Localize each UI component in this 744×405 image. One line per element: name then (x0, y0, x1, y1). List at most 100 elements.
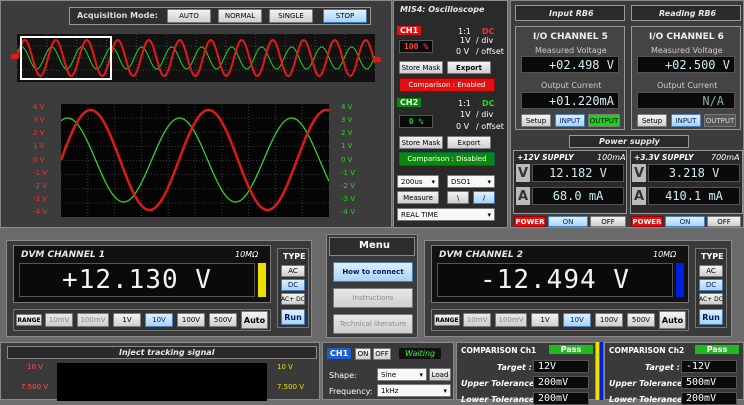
dvm2-dc-button[interactable]: DC (699, 279, 723, 291)
instructions-button[interactable]: Instructions (333, 288, 413, 308)
cmp2-target-field[interactable]: -12 V (681, 360, 737, 373)
chevron-down-icon: ▾ (487, 210, 491, 219)
dvm2-range-100mv-button[interactable]: 100mV (495, 313, 527, 327)
supply-33v-current: 410.1 mA (648, 187, 740, 205)
source-select[interactable]: DSO1 ▾ (447, 175, 495, 188)
io-ch5-input-button[interactable]: INPUT (555, 114, 585, 127)
io-ch6-voltage-unit: V (722, 57, 730, 72)
dvm1-run-button[interactable]: Run (281, 309, 305, 325)
generator-on-button[interactable]: ON (355, 348, 371, 360)
dvm1-dc-button[interactable]: DC (281, 279, 305, 291)
dvm1-range-1v-button[interactable]: 1V (113, 313, 141, 327)
overview-strip[interactable] (17, 34, 375, 82)
cmp1-lower-value: 200m (538, 393, 563, 404)
dvm1-auto-button[interactable]: Auto (241, 311, 268, 329)
supply-33v-v-badge-text: V (633, 165, 645, 181)
cmp1-target-label: Target : (497, 363, 532, 372)
acq-single-button[interactable]: SINGLE (269, 9, 313, 23)
cmp1-title: COMPARISON Ch1 (461, 346, 537, 355)
dvm2-range-10v-button[interactable]: 10V (563, 313, 591, 327)
io-ch6-title: I/O CHANNEL 6 (649, 32, 724, 42)
load-button[interactable]: Load (429, 368, 451, 381)
shape-label: Shape: (329, 371, 357, 380)
dvm1-range-100mv-button[interactable]: 100mV (77, 313, 109, 327)
acq-normal-button[interactable]: NORMAL (218, 9, 262, 23)
axis-tick-label: -4 V (33, 208, 47, 216)
dvm2-range-10mv-button[interactable]: 10mV (463, 313, 491, 327)
axis-tick-label: -1 V (341, 168, 355, 177)
how-to-connect-button[interactable]: How to connect (333, 262, 413, 282)
dvm1-range-10mv-button[interactable]: 10mV (45, 313, 73, 327)
scope-title: MIS4: Oscilloscope (400, 5, 485, 14)
mode-select[interactable]: REAL TIME ▾ (397, 208, 495, 221)
dvm1-value: +12.130 (62, 265, 179, 295)
dvm1-range-10v-button[interactable]: 10V (145, 313, 173, 327)
overview-left-marker[interactable] (11, 54, 19, 59)
cmp-divider-blue (600, 342, 603, 400)
overview-right-marker[interactable] (373, 57, 381, 62)
cmp1-upper-field[interactable]: 200m V (533, 376, 589, 389)
cmp2-upper-field[interactable]: 500m V (681, 376, 737, 389)
slope-falling-button[interactable]: \ (447, 191, 469, 204)
measure-button[interactable]: Measure (397, 191, 439, 204)
ch1-export-button[interactable]: Export (447, 61, 491, 74)
dvm1-acdc-button[interactable]: AC+ DC (281, 293, 305, 305)
ch2-vdiv: 1V (460, 110, 471, 119)
ch1-comparison-toggle[interactable]: Comparison : Enabled (399, 78, 495, 92)
technical-literature-button[interactable]: Technical literature (333, 314, 413, 334)
dvm2-range-1v-button[interactable]: 1V (531, 313, 559, 327)
dvm1-range-500v-button[interactable]: 500V (209, 313, 237, 327)
acq-stop-button[interactable]: STOP (323, 9, 367, 23)
dvm2-acdc-button[interactable]: AC+ DC (699, 293, 723, 305)
dvm2-range-500v-button[interactable]: 500V (627, 313, 655, 327)
ch2-comparison-toggle[interactable]: Comparison : Disabled (399, 152, 495, 166)
timebase-select[interactable]: 200us ▾ (397, 175, 439, 188)
dvm2-run-button[interactable]: Run (699, 309, 723, 325)
dvm2-ac-button[interactable]: AC (699, 265, 723, 277)
cmp1-lower-field[interactable]: 200m V (533, 392, 589, 405)
dvm1-ac-button[interactable]: AC (281, 265, 305, 277)
dvm2-range-100v-button[interactable]: 100V (595, 313, 623, 327)
io-header-right-text: Reading RB6 (659, 9, 717, 18)
io-ch6-setup-button[interactable]: Setup (637, 114, 667, 127)
generator-channel: CH1 (327, 348, 352, 359)
dvm1-range-100v-button[interactable]: 100V (177, 313, 205, 327)
supply-12v-on-button[interactable]: ON (548, 216, 588, 227)
acq-auto-button[interactable]: AUTO (167, 9, 211, 23)
frequency-select[interactable]: 1kHz ▾ (377, 384, 451, 397)
inject-tick-l1: 7.500 V (21, 383, 49, 391)
io-ch6-input-button[interactable]: INPUT (671, 114, 701, 127)
source-value: DSO1 (451, 177, 471, 186)
dvm2-title: DVM CHANNEL 2 (439, 250, 523, 260)
supply-12v-off-button[interactable]: OFF (590, 216, 626, 227)
ch1-store-mask-button[interactable]: Store Mask (399, 61, 443, 74)
cmp2-upper-value: 500m (686, 377, 711, 388)
io-ch6-output-button[interactable]: OUTPUT (704, 114, 736, 127)
io-ch5-v-label: Measured Voltage (535, 46, 607, 55)
ch2-export-button[interactable]: Export (447, 136, 491, 149)
cmp2-target-unit: V (704, 361, 711, 372)
io-ch5-setup-button[interactable]: Setup (521, 114, 551, 127)
dvm2-auto-button[interactable]: Auto (659, 311, 686, 329)
main-graph (61, 104, 329, 217)
slope-rising-button[interactable]: / (473, 191, 495, 204)
shape-select[interactable]: Sine ▾ (377, 368, 427, 381)
frequency-label: Frequency: (329, 387, 373, 396)
ch2-store-mask-button[interactable]: Store Mask (399, 136, 443, 149)
cmp1-target-field[interactable]: 12 V (533, 360, 589, 373)
generator-panel: CH1 ON OFF Waiting Shape: Sine ▾ Load Fre… (322, 342, 454, 400)
io-ch6-i-label: Output Current (657, 81, 718, 90)
menu-panel: Menu How to connect Instructions Technic… (326, 234, 418, 338)
supply-12v-v-badge: V (516, 164, 530, 182)
supply-33v-on-button[interactable]: ON (665, 216, 705, 227)
generator-off-button[interactable]: OFF (373, 348, 391, 360)
io-ch5-output-button[interactable]: OUTPUT (588, 114, 620, 127)
cmp2-lower-field[interactable]: 200m V (681, 392, 737, 405)
supply-33v-off-button[interactable]: OFF (707, 216, 741, 227)
chevron-down-icon: ▾ (419, 370, 423, 379)
scope-controls-panel: MIS4: Oscilloscope CH1 1:1 DC 100 % 1V /… (393, 0, 508, 228)
zoom-window[interactable] (20, 36, 112, 80)
supply-12v-v-badge-text: V (517, 165, 529, 181)
dvm2-panel: DVM CHANNEL 2 10MΩ -12.494 V TYPE AC DC … (424, 240, 732, 337)
axis-tick-label: -3 V (33, 194, 47, 203)
